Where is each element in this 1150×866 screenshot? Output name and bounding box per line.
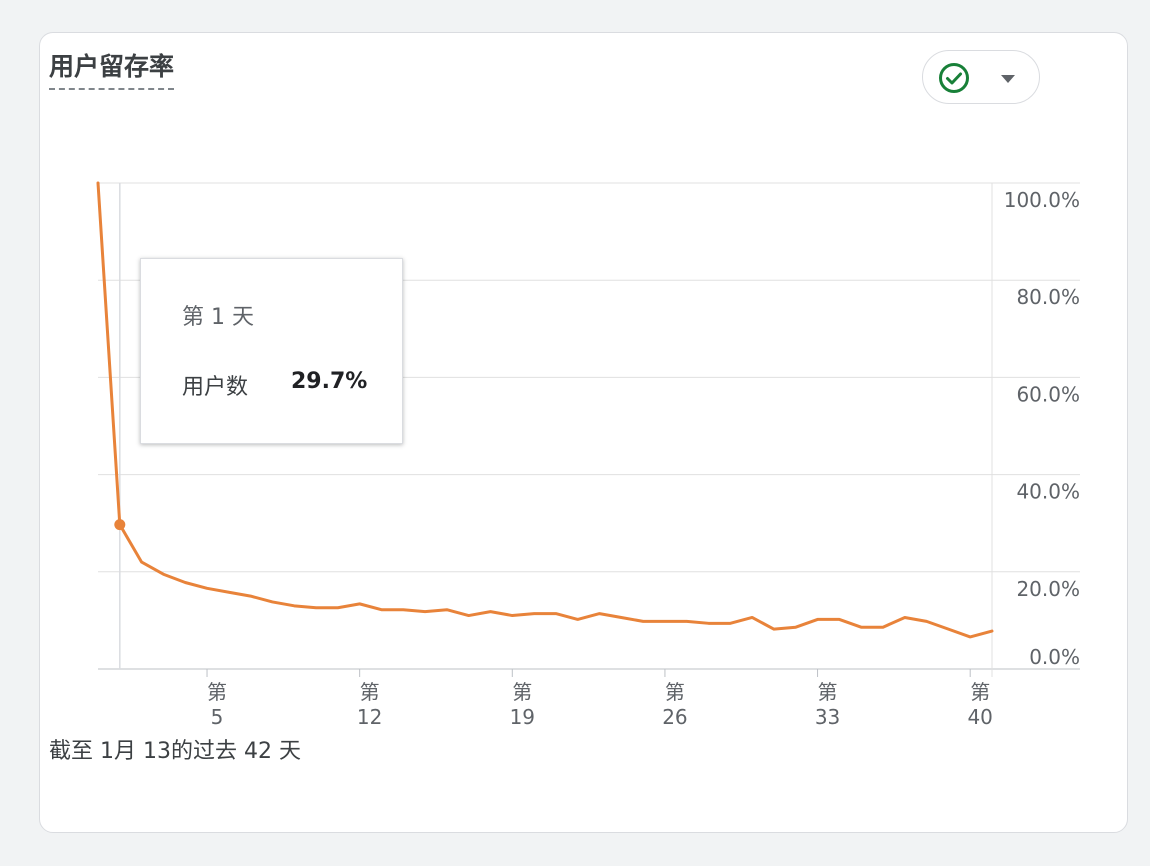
x-tick-label-prefix: 第 [818, 680, 838, 704]
x-tick-label-prefix: 第 [207, 680, 227, 704]
x-tick-label-prefix: 第 [970, 680, 990, 704]
y-tick-label: 40.0% [1016, 480, 1080, 504]
x-tick-label-prefix: 第 [360, 680, 380, 704]
x-tick-label: 40 [967, 705, 992, 729]
x-tick-label: 12 [357, 705, 382, 729]
highlight-point [114, 519, 126, 531]
x-tick-label: 26 [662, 705, 687, 729]
tooltip-title: 第 1 天 [182, 305, 254, 330]
x-tick-label-prefix: 第 [665, 680, 685, 704]
tooltip-label: 用户数 [182, 375, 249, 400]
date-range-caption: 截至 1月 13的过去 42 天 [49, 739, 301, 764]
tooltip-value: 29.7% [291, 369, 368, 394]
x-tick-label-prefix: 第 [512, 680, 532, 704]
chart-tooltip: 第 1 天 用户数 29.7% [140, 258, 403, 444]
y-tick-label: 80.0% [1016, 285, 1080, 309]
y-tick-label: 100.0% [1004, 188, 1080, 212]
y-tick-label: 20.0% [1016, 577, 1080, 601]
x-tick-label: 5 [211, 705, 224, 729]
x-tick-label: 19 [510, 705, 535, 729]
y-tick-label: 0.0% [1029, 645, 1080, 669]
x-tick-label: 33 [815, 705, 840, 729]
y-tick-label: 60.0% [1016, 382, 1080, 406]
